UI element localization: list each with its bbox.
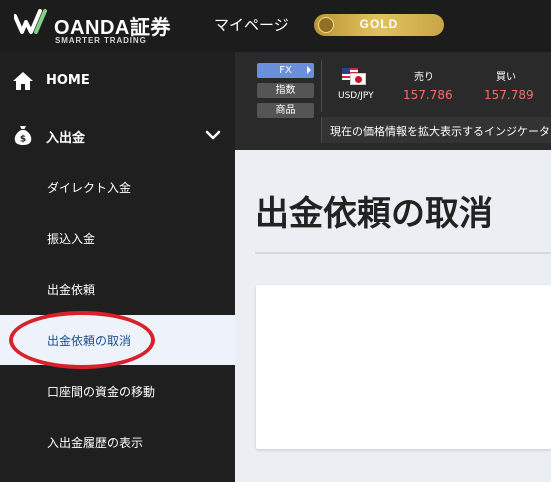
money-bag-icon: $: [14, 126, 32, 145]
tab-label: FX: [279, 65, 292, 76]
sidebar-subitem-label: 出金依頼の取消: [47, 334, 132, 348]
tab-label: 商品: [275, 105, 296, 116]
sell-price: 157.786: [403, 88, 453, 102]
gold-badge-label: GOLD: [359, 17, 399, 31]
top-header: OANDA証券 SMARTER TRADING マイページ GOLD: [0, 0, 551, 52]
sidebar-item-history[interactable]: 入出金履歴の表示: [0, 417, 235, 467]
sidebar-subitem-label: ダイレクト入金: [47, 181, 132, 195]
sidebar-item-withdrawal-request[interactable]: 出金依頼: [0, 264, 235, 314]
buy-label: 買い: [496, 72, 516, 83]
sidebar-item-fund-transfer[interactable]: 口座間の資金の移動: [0, 366, 235, 416]
page-title: 出金依頼の取消: [255, 194, 493, 234]
japan-flag-icon: [350, 73, 366, 85]
main-content: 出金依頼の取消: [235, 150, 551, 482]
sidebar-subitem-label: 振込入金: [47, 232, 96, 246]
japan-flag-dot: [355, 76, 362, 83]
sidebar-subitem-label: 口座間の資金の移動: [47, 385, 156, 399]
tab-fx[interactable]: FX: [257, 63, 314, 78]
us-flag-canton: [342, 68, 350, 74]
sidebar-item-bank-transfer[interactable]: 振込入金: [0, 213, 235, 263]
sidebar-item-label: HOME: [46, 73, 90, 88]
sidebar-subitem-label: 入出金履歴の表示: [47, 436, 144, 450]
rate-panel: FX 指数 商品 USD/JPY 売り 157.786 買い 157.789 現…: [235, 52, 551, 150]
tab-index[interactable]: 指数: [257, 83, 314, 98]
sidebar-item-direct-deposit[interactable]: ダイレクト入金: [0, 162, 235, 212]
oanda-logo[interactable]: OANDA証券 SMARTER TRADING: [14, 7, 194, 47]
currency-pair-quote[interactable]: USD/JPY 売り 157.786 買い 157.789: [321, 60, 551, 112]
oanda-logo-mark-icon: [14, 9, 47, 34]
tab-label: 指数: [275, 85, 296, 96]
content-card: [256, 285, 551, 449]
ticker-text: 現在の価格情報を拡大表示するインジケーター: [330, 125, 551, 138]
sidebar-item-home[interactable]: HOME: [0, 54, 235, 108]
sidebar-item-deposit-withdrawal[interactable]: $ 入出金: [0, 108, 235, 162]
chevron-down-icon[interactable]: [205, 128, 221, 142]
sell-label: 売り: [414, 72, 434, 83]
gold-status-badge[interactable]: GOLD: [314, 14, 444, 36]
sidebar-item-cancel-withdrawal[interactable]: 出金依頼の取消: [0, 315, 235, 365]
mypage-link[interactable]: マイページ: [214, 14, 289, 35]
sidebar-item-label: 入出金: [46, 131, 86, 146]
sidebar-subitem-label: 出金依頼: [47, 283, 96, 297]
pair-name: USD/JPY: [338, 91, 374, 101]
indicator-ticker[interactable]: 現在の価格情報を拡大表示するインジケーター: [321, 117, 551, 143]
svg-text:$: $: [20, 135, 26, 145]
sidebar: HOME $ 入出金 ダイレクト入金 振込入金 出金依頼 出金依頼の取消 口座間…: [0, 52, 235, 482]
title-divider: [255, 252, 551, 254]
play-arrow-icon: [307, 66, 311, 74]
home-icon: [13, 72, 33, 90]
tab-commodity[interactable]: 商品: [257, 103, 314, 118]
buy-price: 157.789: [484, 88, 534, 102]
brand-tagline: SMARTER TRADING: [55, 36, 147, 45]
